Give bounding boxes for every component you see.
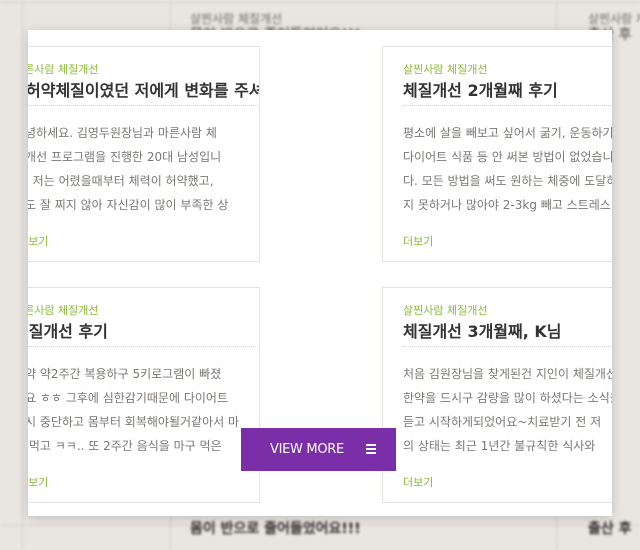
card-category: 마른사람 체질개선 xyxy=(28,63,99,76)
card-title[interactable]: 체질개선 후기 xyxy=(28,318,108,342)
card-more-link[interactable]: 더보기 xyxy=(403,233,433,249)
card-body: 한약 약2주간 복용하구 5키로그램이 빠졌 어요 ㅎㅎ 그후에 심한감기때문에… xyxy=(28,367,240,453)
card-divider xyxy=(403,105,612,106)
card-divider xyxy=(28,346,259,347)
card-title[interactable]: 체질개선 2개월째 후기 xyxy=(403,77,558,101)
card-category: 마른사람 체질개선 xyxy=(28,304,99,317)
bg-title-bottom-right: 출산 후 xyxy=(588,521,632,537)
card-more-link[interactable]: 더보기 xyxy=(403,474,433,490)
bg-title-bottom: 몸이 반으로 줄어들었어요!!! xyxy=(190,521,361,537)
card-divider xyxy=(28,105,259,106)
card-body: 처음 김원장님을 찾게된건 지인이 체질개선 한약을 드시구 감량을 많이 하셨… xyxy=(403,367,612,453)
card-body: 평소에 살을 빼보고 싶어서 굶기, 운동하기, 다이어트 식품 등 안 써본 … xyxy=(403,126,612,212)
review-card[interactable]: 마른사람 체질개선 체질개선 후기 한약 약2주간 복용하구 5키로그램이 빠졌… xyxy=(28,287,260,503)
review-card[interactable]: 살찐사람 체질개선 체질개선 2개월째 후기 평소에 살을 빼보고 싶어서 굶기… xyxy=(382,46,612,262)
card-divider xyxy=(403,346,612,347)
card-title[interactable]: 허약체질이였던 저에게 변화를 주셔서 정말 … xyxy=(28,77,259,101)
review-card[interactable]: 살찐사람 체질개선 체질개선 3개월째, K님 처음 김원장님을 찾게된건 지인… xyxy=(382,287,612,503)
card-category: 살찐사람 체질개선 xyxy=(403,63,488,76)
card-body: 안녕하세요. 김영두원장님과 마른사람 체 질개선 프로그램을 진행한 20대 … xyxy=(28,126,229,212)
card-title[interactable]: 체질개선 3개월째, K님 xyxy=(403,318,562,342)
view-more-label: VIEW MORE xyxy=(270,442,344,457)
card-category: 살찐사람 체질개선 xyxy=(403,304,488,317)
card-more-link[interactable]: 더보기 xyxy=(28,233,48,249)
review-card[interactable]: 마른사람 체질개선 허약체질이였던 저에게 변화를 주셔서 정말 … 안녕하세요… xyxy=(28,46,260,262)
card-more-link[interactable]: 더보기 xyxy=(28,474,48,490)
menu-icon xyxy=(366,444,376,454)
view-more-button[interactable]: VIEW MORE xyxy=(241,428,396,471)
